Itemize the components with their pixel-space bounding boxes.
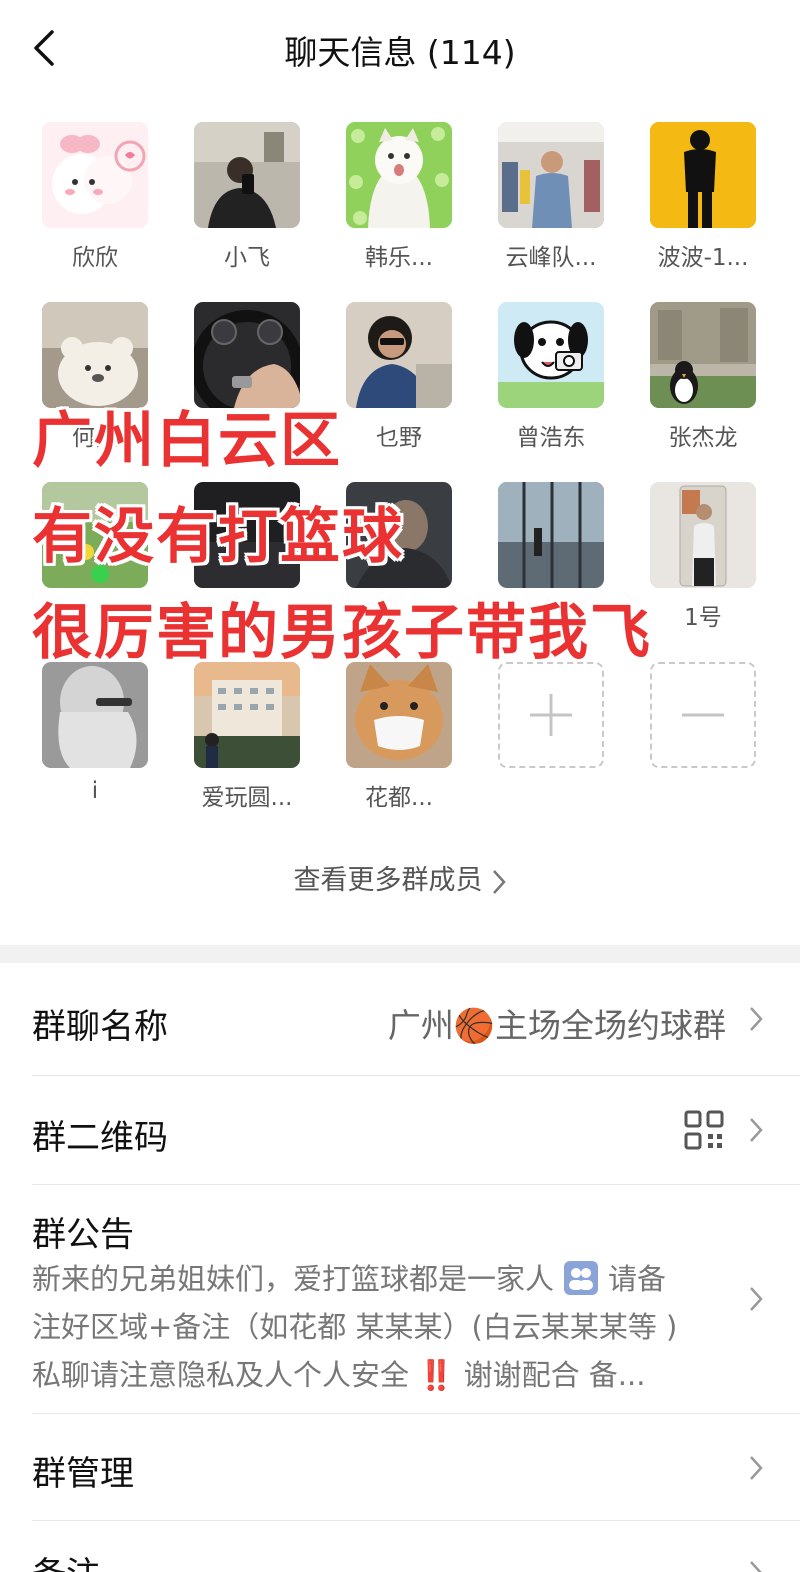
penguin-avatar [650, 302, 756, 408]
view-more-label: 查看更多群成员 [293, 865, 483, 896]
member-item[interactable]: 爱玩圆... [177, 662, 317, 811]
window-avatar [498, 482, 604, 588]
member-item[interactable]: 波波-1... [633, 122, 773, 271]
nav-bar: 聊天信息 (114) [0, 0, 800, 96]
member-item[interactable]: 韩乐... [329, 122, 469, 271]
remove-member-tile[interactable] [650, 662, 756, 768]
cartoon-dog-avatar [498, 302, 604, 408]
group-qr-label: 群二维码 [32, 1118, 168, 1158]
group-notice-label: 群公告 [32, 1215, 134, 1255]
chevron-right-icon [750, 1456, 763, 1480]
notice-line: 私聊请注意隐私及人个人安全 ‼️ 谢谢配合 备... [32, 1358, 646, 1392]
plus-icon [530, 694, 572, 736]
member-name: 花都... [365, 785, 433, 811]
member-name: 云峰队... [505, 245, 597, 271]
remove-member-button[interactable] [633, 662, 773, 768]
group-manage-label: 群管理 [32, 1454, 134, 1494]
view-more-members-link[interactable]: 查看更多群成员 [0, 858, 800, 897]
group-name-prefix: 广州 [387, 1006, 454, 1045]
group-name-row[interactable]: 群聊名称 广州🏀主场全场约球群 [0, 963, 800, 1075]
overlay-text-line-3: 很厉害的男孩子带我飞 [32, 598, 652, 668]
group-qr-row[interactable]: 群二维码 [0, 1076, 800, 1184]
member-name: 波波-1... [657, 245, 749, 271]
member-item[interactable]: 张杰龙 [633, 302, 773, 451]
member-item[interactable]: 乜野 [329, 302, 469, 451]
chevron-right-icon [492, 869, 506, 894]
add-member-button[interactable] [481, 662, 621, 768]
minus-icon [682, 713, 724, 717]
member-name: 欣欣 [72, 245, 118, 271]
remark-label: 备注 [32, 1547, 100, 1572]
chevron-right-icon [750, 1007, 763, 1031]
member-name: 乜野 [376, 425, 422, 451]
overlay-text-line-1: 广州白云区 [32, 406, 342, 476]
basketball-emoji-icon: 🏀 [453, 1006, 495, 1045]
member-item[interactable]: 1号 [633, 482, 773, 631]
silhouette-avatar [650, 122, 756, 228]
group-notice-row[interactable]: 群公告 新来的兄弟姐妹们，爱打篮球都是一家人 请备 注好区域+备注（如花都 某某某… [0, 1185, 800, 1413]
qr-code-icon [684, 1110, 724, 1150]
group-notice-text: 新来的兄弟姐妹们，爱打篮球都是一家人 请备 注好区域+备注（如花都 某某某）(白云… [32, 1255, 732, 1399]
member-item[interactable]: 花都... [329, 662, 469, 811]
notice-line: 新来的兄弟姐妹们，爱打篮球都是一家人 请备 [32, 1261, 667, 1296]
group-emoji-icon [564, 1261, 599, 1295]
member-name: i [91, 778, 99, 804]
store-selfie-avatar [498, 122, 604, 228]
group-name-suffix: 主场全场约球群 [495, 1006, 726, 1045]
double-exclamation-icon: ‼️ [418, 1358, 455, 1392]
remark-row[interactable]: 备注 [0, 1521, 800, 1572]
member-name: 韩乐... [365, 245, 433, 271]
building-avatar [194, 662, 300, 768]
chevron-right-icon [750, 1118, 763, 1142]
member-item[interactable]: 欣欣 [25, 122, 165, 271]
member-item[interactable]: 云峰队... [481, 122, 621, 271]
member-item[interactable]: 曾浩东 [481, 302, 621, 451]
section-gap [0, 945, 800, 963]
mirror-avatar [650, 482, 756, 588]
chevron-right-icon [750, 1561, 762, 1572]
group-name-value: 广州🏀主场全场约球群 [388, 999, 726, 1047]
member-item[interactable]: 小飞 [177, 122, 317, 271]
white-cat-avatar [346, 122, 452, 228]
member-name: 曾浩东 [516, 425, 586, 451]
add-member-tile[interactable] [498, 662, 604, 768]
page-title: 聊天信息 (114) [284, 33, 516, 72]
sunglasses-avatar [346, 302, 452, 408]
overlay-text-line-2: 有没有打篮球 [32, 502, 404, 572]
member-name: 1号 [684, 605, 722, 631]
member-item[interactable]: i [25, 662, 165, 808]
grey-girl-avatar [42, 662, 148, 768]
notice-line: 注好区域+备注（如花都 某某某）(白云某某某等 ) [32, 1310, 678, 1344]
group-manage-row[interactable]: 群管理 [0, 1414, 800, 1520]
group-name-label: 群聊名称 [32, 1007, 168, 1047]
chevron-right-icon [750, 1287, 763, 1311]
member-name: 张杰龙 [668, 425, 738, 451]
pink-bunny-avatar [42, 122, 148, 228]
member-name: 小飞 [224, 245, 270, 271]
shiba-mask-avatar [346, 662, 452, 768]
member-name: 爱玩圆... [201, 785, 293, 811]
mirror-selfie-avatar [194, 122, 300, 228]
